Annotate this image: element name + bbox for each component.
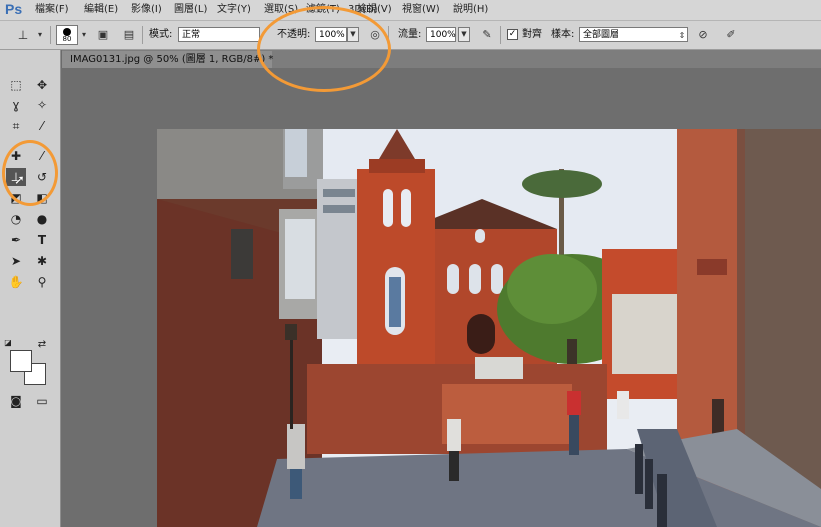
sample-label: 樣本: (551, 29, 575, 40)
photoshop-logo: Ps (5, 1, 23, 17)
menu-window[interactable]: 視窗(W) (402, 3, 440, 17)
clone-source-panel-icon[interactable]: ▤ (121, 27, 137, 43)
menu-type[interactable]: 文字(Y) (217, 3, 251, 17)
zoom-tool-icon[interactable]: ⚲ (32, 273, 52, 291)
brush-size-value: 80 (62, 35, 72, 43)
sample-select[interactable]: 全部圖層 (579, 27, 688, 42)
clone-stamp-highlight-circle (2, 140, 58, 206)
crop-tool-icon[interactable]: ⌗ (6, 117, 26, 135)
mode-label: 模式: (149, 29, 173, 40)
options-bar: ⊥ ▾ 80 ▾ ▣ ▤ 模式: 正常 不透明: 100% ▼ ◎ 流量: 10… (0, 21, 821, 50)
swap-colors-icon[interactable]: ⇄ (36, 336, 48, 354)
flow-chevron-down-icon[interactable]: ▼ (458, 27, 470, 42)
menu-file[interactable]: 檔案(F) (35, 3, 69, 17)
eyedropper-tool-icon[interactable]: ⁄ (32, 117, 52, 135)
pen-tool-icon[interactable]: ✒ (6, 231, 26, 249)
brush-picker-chevron-icon[interactable]: ▾ (79, 27, 89, 43)
tool-preset-chevron-down-icon[interactable]: ▾ (35, 27, 45, 43)
tools-panel: ⬚ ✥ ɣ ✧ ⌗ ⁄ ✚ ⁄ ⊥ ↺ ◩ ◧ ◔ ● ✒ T ➤ ✱ ✋ ⚲ … (0, 50, 61, 527)
marquee-tool-icon[interactable]: ⬚ (6, 76, 26, 94)
hand-tool-icon[interactable]: ✋ (6, 273, 26, 291)
menu-bar: Ps 檔案(F) 編輯(E) 影像(I) 圖層(L) 文字(Y) 選取(S) 濾… (0, 0, 821, 21)
shape-tool-icon[interactable]: ✱ (32, 252, 52, 270)
airbrush-icon[interactable]: ✎ (479, 27, 495, 43)
mode-select[interactable]: 正常 (178, 27, 260, 42)
aligned-label: 對齊 (522, 29, 542, 40)
brush-preset-picker[interactable]: 80 (56, 25, 78, 45)
document-tab-bar: IMAG0131.jpg @ 50% (圖層 1, RGB/8#) * (62, 50, 821, 68)
menu-edit[interactable]: 編輯(E) (84, 3, 118, 17)
opacity-highlight-circle (257, 6, 391, 92)
separator (142, 26, 143, 44)
separator (50, 26, 51, 44)
lasso-tool-icon[interactable]: ɣ (6, 96, 26, 114)
pressure-size-icon[interactable]: ✐ (723, 27, 739, 43)
separator (500, 26, 501, 44)
menu-layer[interactable]: 圖層(L) (174, 3, 207, 17)
screen-mode-icon[interactable]: ▭ (32, 392, 52, 410)
sample-select-arrows-icon: ⇕ (678, 31, 686, 40)
church-photo (157, 129, 821, 527)
clone-stamp-tool-icon[interactable]: ⊥ (14, 27, 32, 43)
quick-selection-tool-icon[interactable]: ✧ (32, 96, 52, 114)
flow-input[interactable]: 100% (426, 27, 456, 42)
aligned-checkbox[interactable]: ✓ (507, 29, 518, 40)
path-selection-tool-icon[interactable]: ➤ (6, 252, 26, 270)
menu-image[interactable]: 影像(I) (131, 3, 162, 17)
move-tool-icon[interactable]: ✥ (32, 76, 52, 94)
ignore-adjustment-layers-icon[interactable]: ⊘ (695, 27, 711, 43)
menu-help[interactable]: 說明(H) (453, 3, 488, 17)
brush-panel-icon[interactable]: ▣ (95, 27, 111, 43)
quick-mask-icon[interactable] (6, 341, 26, 359)
flow-label: 流量: (398, 29, 422, 40)
blur-tool-icon[interactable]: ◔ (6, 210, 26, 228)
document-tab[interactable]: IMAG0131.jpg @ 50% (圖層 1, RGB/8#) * (62, 51, 273, 68)
document-image[interactable] (157, 129, 821, 527)
mouse-cursor-icon: ➚ (14, 173, 25, 188)
type-tool-icon[interactable]: T (32, 231, 52, 249)
quick-mask-mode-icon[interactable]: ◙ (6, 392, 26, 410)
dodge-tool-icon[interactable]: ● (32, 210, 52, 228)
